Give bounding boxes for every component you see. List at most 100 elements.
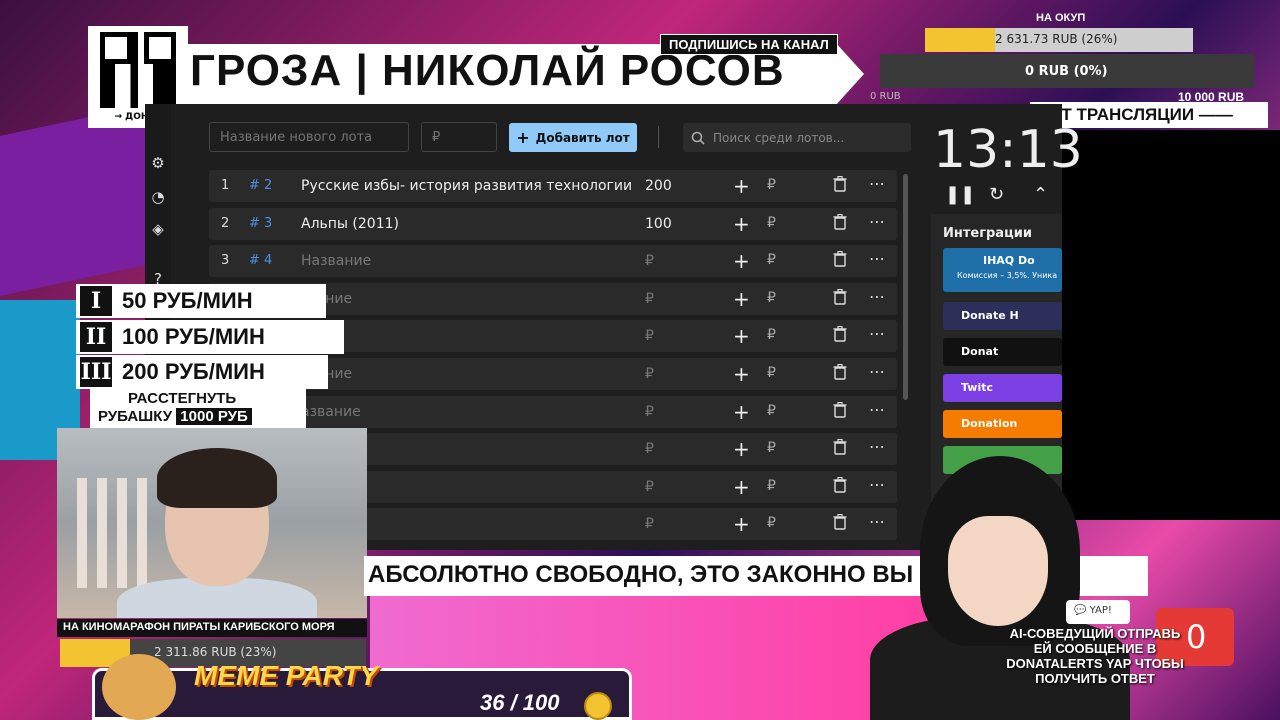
lot-amount-input[interactable]: ₽ [645,366,654,382]
lot-amount-input[interactable]: 200 [645,178,672,194]
tier-2-text: 100 РУБ/МИН [122,324,265,349]
pause-icon[interactable]: ❚❚ [945,184,975,205]
yap-bubble: 💬 YAP! [1066,600,1130,624]
lot-amount-input[interactable]: ₽ [645,328,654,344]
chevron-up-icon[interactable]: ⌃ [1033,184,1048,205]
lot-amount-input[interactable]: ₽ [645,441,654,457]
tier-1: I 50 РУБ/МИН [76,284,326,318]
tier-3-icon: III [80,357,112,387]
integration-label: Donation [961,417,1018,430]
integration-sub: Комиссия – 3,5%. Уника [957,271,1058,280]
goal-progress-fill [925,28,995,52]
meme-count: 36 / 100 [480,690,560,715]
lot-row[interactable]: азвание ₽ + ₽ ⋯ [209,395,897,428]
more-icon[interactable]: ⋯ [869,324,885,343]
ai-cohost-text: AI-СОВЕДУЩИЙ ОТПРАВЬ ЕЙ СООБЩЕНИЕ В DONA… [1006,626,1184,686]
trash-icon[interactable] [833,176,847,192]
row-currency[interactable]: ₽ [767,290,776,306]
row-currency[interactable]: ₽ [767,440,776,456]
shirt-price: 1000 РУБ [176,408,252,425]
more-icon[interactable]: ⋯ [869,174,885,193]
more-icon[interactable]: ⋯ [869,249,885,268]
add-lot-button[interactable]: + Добавить лот [509,123,637,152]
add-amount-icon[interactable]: + [733,249,750,273]
integration-button[interactable]: Donate H [943,302,1062,330]
integrations-title: Интеграции [943,226,1032,241]
yap-text: YAP! [1089,605,1112,616]
add-amount-icon[interactable]: + [733,475,750,499]
integration-button[interactable]: Donat [943,338,1062,366]
reset-icon[interactable]: ↻ [989,184,1004,205]
pie-chart-icon[interactable]: ◔ [149,188,167,206]
trash-icon[interactable] [833,439,847,455]
add-amount-icon[interactable]: + [733,174,750,198]
lot-row[interactable]: 1 # 2 Русские избы- история развития техно… [209,170,897,202]
add-amount-icon[interactable]: + [733,324,750,348]
lot-name-input[interactable]: азвание [301,404,361,420]
plus-icon: + [516,128,530,147]
row-currency[interactable]: ₽ [767,177,776,193]
lot-amount-input[interactable]: ₽ [645,404,654,420]
integration-button[interactable]: Twitc [943,374,1062,402]
new-lot-price-input[interactable] [421,122,497,152]
tier-1-text: 50 РУБ/МИН [122,288,253,313]
tier-3-text: 200 РУБ/МИН [122,359,265,384]
layers-icon[interactable]: ◈ [149,220,167,238]
tier-2: II 100 РУБ/МИН [76,320,344,354]
trash-icon[interactable] [833,251,847,267]
more-icon[interactable]: ⋯ [869,437,885,456]
webcam-feed [57,428,367,618]
lot-amount-input[interactable]: ₽ [645,253,654,269]
gear-icon[interactable]: ⚙ [149,154,167,172]
trash-icon[interactable] [833,326,847,343]
new-lot-input[interactable] [209,122,409,152]
lot-number: 3 [221,253,230,269]
row-currency[interactable]: ₽ [767,215,776,231]
integration-label: IHAQ Do [983,254,1035,267]
row-currency[interactable]: ₽ [767,478,776,494]
lot-row[interactable]: 3 # 4 Название ₽ + ₽ ⋯ [209,245,897,278]
small-rub-label: 0 RUB [870,91,901,102]
add-amount-icon[interactable]: + [733,400,750,424]
add-amount-icon[interactable]: + [733,437,750,461]
more-icon[interactable]: ⋯ [869,212,885,231]
integration-button[interactable]: Donation [943,410,1062,438]
trash-icon[interactable] [833,363,847,380]
lot-amount-input[interactable]: ₽ [645,291,654,307]
add-amount-icon[interactable]: + [733,512,750,536]
lot-id: # 3 [249,215,273,231]
row-currency[interactable]: ₽ [767,365,776,381]
more-icon[interactable]: ⋯ [869,287,885,306]
chat-bubble-icon: 💬 [1074,605,1087,616]
lot-amount-input[interactable]: ₽ [645,516,654,532]
lot-list-scrollbar[interactable] [903,174,908,400]
lot-row[interactable]: 2 # 3 Альпы (2011) 100 + ₽ ⋯ [209,207,897,240]
avatar-face [948,516,1048,626]
integration-label: Donat [961,345,999,358]
lot-search-input[interactable]: Поиск среди лотов... [683,123,911,152]
add-amount-icon[interactable]: + [733,212,750,236]
lot-name-input[interactable]: Название [301,253,371,269]
row-currency[interactable]: ₽ [767,252,776,268]
row-currency[interactable]: ₽ [767,515,776,531]
toolbar-divider [658,126,659,148]
lot-name-input[interactable]: Альпы (2011) [301,216,399,232]
lot-amount-input[interactable]: ₽ [645,479,654,495]
integration-button[interactable]: IHAQ Do Комиссия – 3,5%. Уника [943,248,1062,292]
row-currency[interactable]: ₽ [767,403,776,419]
trash-icon[interactable] [833,213,847,230]
more-icon[interactable]: ⋯ [869,362,885,381]
cam-bg-column [97,478,107,588]
lot-name-input[interactable]: Русские избы- история развития технологи… [301,178,632,194]
meme-party-title: MEME PARTY [194,660,379,691]
add-amount-icon[interactable]: + [733,287,750,311]
add-amount-icon[interactable]: + [733,362,750,386]
row-currency[interactable]: ₽ [767,327,776,343]
trash-icon[interactable] [833,401,847,418]
qr-code-image [100,32,176,108]
second-goal-text: 0 RUB (0%) [1025,64,1108,79]
integration-label: Twitc [961,381,994,394]
more-icon[interactable]: ⋯ [869,400,885,419]
trash-icon[interactable] [833,288,847,305]
lot-amount-input[interactable]: 100 [645,216,672,232]
